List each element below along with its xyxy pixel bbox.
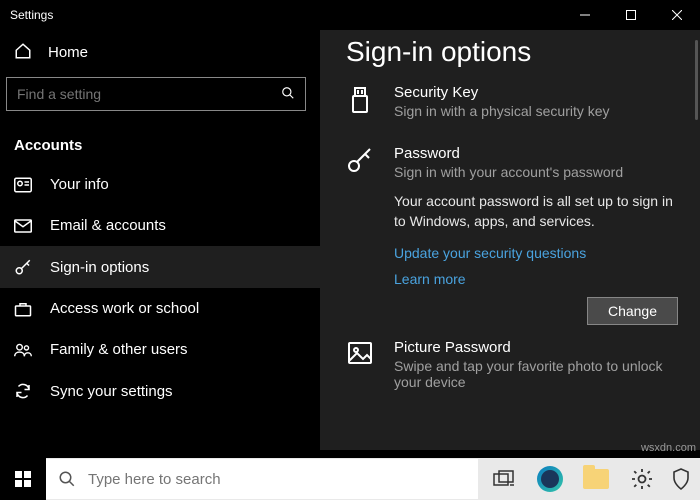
windows-icon xyxy=(15,471,31,487)
link-learn-more[interactable]: Learn more xyxy=(394,271,678,287)
nav-label: Sync your settings xyxy=(50,383,173,400)
option-subtitle: Swipe and tap your favorite photo to unl… xyxy=(394,358,678,390)
taskbar-app-generic[interactable] xyxy=(666,458,696,500)
search-container xyxy=(0,77,320,127)
home-label: Home xyxy=(48,44,88,61)
minimize-button[interactable] xyxy=(562,0,608,30)
taskbar-app-explorer[interactable] xyxy=(574,458,618,500)
content-area: Home Accounts Your info Email & accounts xyxy=(0,30,700,450)
taskbar-app-edge[interactable] xyxy=(528,458,572,500)
watermark: wsxdn.com xyxy=(641,442,696,454)
taskbar-search-input[interactable] xyxy=(88,471,466,488)
change-button[interactable]: Change xyxy=(587,297,678,325)
nav-label: Your info xyxy=(50,176,109,193)
key-icon xyxy=(346,145,374,325)
option-subtitle: Sign in with your account's password xyxy=(394,164,678,180)
nav-sync-settings[interactable]: Sync your settings xyxy=(0,370,320,412)
nav-label: Email & accounts xyxy=(50,217,166,234)
option-password[interactable]: Password Sign in with your account's pas… xyxy=(346,137,678,331)
mail-icon xyxy=(14,219,32,233)
shield-icon xyxy=(672,468,690,490)
main-panel: Sign-in options Security Key Sign in wit… xyxy=(320,30,700,450)
nav-label: Access work or school xyxy=(50,300,199,317)
nav-family-other-users[interactable]: Family & other users xyxy=(0,329,320,370)
usb-key-icon xyxy=(346,84,374,119)
edge-icon xyxy=(537,466,563,492)
link-update-security-questions[interactable]: Update your security questions xyxy=(394,245,678,261)
picture-icon xyxy=(346,339,374,390)
window-title: Settings xyxy=(10,8,53,22)
taskbar xyxy=(0,458,700,500)
option-body: Security Key Sign in with a physical sec… xyxy=(394,84,678,119)
option-picture-password[interactable]: Picture Password Swipe and tap your favo… xyxy=(346,331,678,408)
briefcase-icon xyxy=(14,301,32,317)
task-view-button[interactable] xyxy=(482,458,526,500)
option-body: Picture Password Swipe and tap your favo… xyxy=(394,339,678,390)
taskbar-app-settings[interactable] xyxy=(620,458,664,500)
home-icon xyxy=(14,42,32,63)
nav-sign-in-options[interactable]: Sign-in options xyxy=(0,246,320,288)
nav-email-accounts[interactable]: Email & accounts xyxy=(0,205,320,246)
nav-access-work-school[interactable]: Access work or school xyxy=(0,288,320,329)
people-icon xyxy=(14,342,32,358)
page-title: Sign-in options xyxy=(346,36,678,68)
nav-label: Sign-in options xyxy=(50,259,149,276)
gear-icon xyxy=(630,467,654,491)
nav-your-info[interactable]: Your info xyxy=(0,164,320,205)
search-icon xyxy=(281,86,295,103)
titlebar: Settings xyxy=(0,0,700,30)
taskbar-icons xyxy=(478,458,700,500)
settings-search[interactable] xyxy=(6,77,306,111)
maximize-button[interactable] xyxy=(608,0,654,30)
window-controls xyxy=(562,0,700,30)
option-title: Picture Password xyxy=(394,339,678,356)
option-description: Your account password is all set up to s… xyxy=(394,192,678,231)
option-title: Password xyxy=(394,145,678,162)
taskbar-search[interactable] xyxy=(46,459,478,499)
close-button[interactable] xyxy=(654,0,700,30)
search-icon xyxy=(58,470,76,488)
home-nav[interactable]: Home xyxy=(0,32,320,77)
task-view-icon xyxy=(493,470,515,488)
option-security-key[interactable]: Security Key Sign in with a physical sec… xyxy=(346,76,678,137)
start-button[interactable] xyxy=(0,458,46,500)
folder-icon xyxy=(583,469,609,489)
sync-icon xyxy=(14,382,32,400)
person-card-icon xyxy=(14,177,32,193)
sidebar: Home Accounts Your info Email & accounts xyxy=(0,30,320,450)
key-icon xyxy=(14,258,32,276)
nav-label: Family & other users xyxy=(50,341,188,358)
search-input[interactable] xyxy=(17,86,281,102)
option-title: Security Key xyxy=(394,84,678,101)
option-subtitle: Sign in with a physical security key xyxy=(394,103,678,119)
category-heading: Accounts xyxy=(0,127,320,164)
option-body: Password Sign in with your account's pas… xyxy=(394,145,678,325)
